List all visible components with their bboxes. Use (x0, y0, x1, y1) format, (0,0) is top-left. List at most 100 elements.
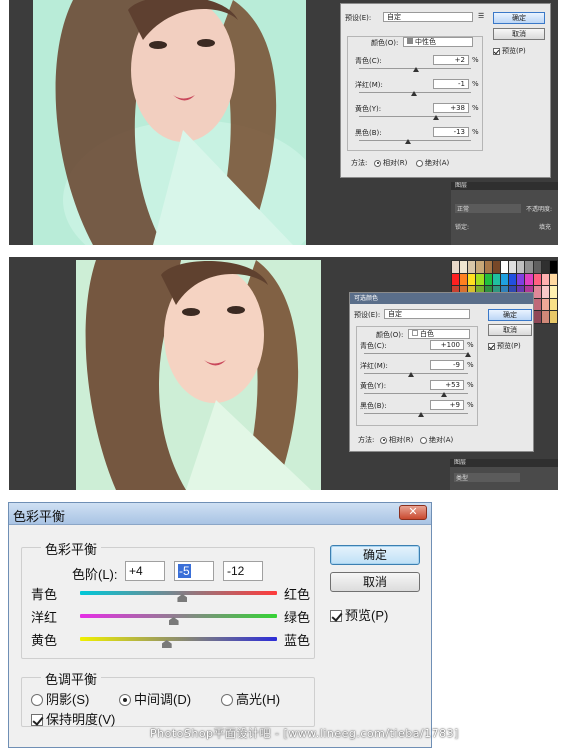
shadows-radio[interactable]: 阴影(S) (31, 689, 89, 708)
color-swatch[interactable] (517, 273, 525, 286)
ok-button[interactable]: 确定 (488, 309, 532, 321)
adjust-row-label: 青色(C): (355, 57, 382, 65)
color-swatch[interactable] (500, 261, 509, 273)
color-swatch[interactable] (533, 298, 541, 311)
blend-mode-select[interactable]: 正常 (455, 204, 521, 213)
preset-select[interactable]: 自定 (384, 309, 470, 319)
color-swatch[interactable] (525, 261, 533, 273)
absolute-radio[interactable]: 绝对(A) (420, 435, 453, 445)
color-slider-track[interactable] (80, 614, 277, 618)
adjust-row-thumb[interactable] (440, 392, 447, 397)
adjust-row-track[interactable] (359, 116, 471, 117)
adjust-row-thumb[interactable] (465, 352, 471, 357)
color-swatch[interactable] (460, 273, 468, 286)
color-swatch[interactable] (549, 311, 557, 323)
color-swatch[interactable] (525, 273, 533, 286)
adjust-row-thumb[interactable] (404, 139, 411, 144)
adjust-row-value[interactable]: -1 (433, 79, 469, 89)
color-swatch[interactable] (460, 261, 468, 273)
adjust-row-track[interactable] (364, 373, 468, 374)
color-swatch[interactable] (452, 261, 460, 273)
adjust-row-value[interactable]: +53 (430, 380, 464, 390)
preset-select[interactable]: 自定 (383, 12, 473, 22)
selected-text: -5 (178, 564, 191, 578)
photoshop-window-2: 可选颜色 预设(E): 自定 确定 取消 预览(P) 颜色(O): 白色 青色(… (9, 257, 558, 490)
adjust-row-value[interactable]: +100 (430, 340, 464, 350)
color-slider-track[interactable] (80, 591, 277, 595)
color-swatch[interactable] (492, 273, 500, 286)
color-swatch[interactable] (549, 261, 557, 273)
color-swatch[interactable] (533, 286, 541, 298)
adjust-row-track[interactable] (364, 353, 468, 354)
color-swatch[interactable] (476, 273, 484, 286)
close-button[interactable]: ✕ (399, 505, 427, 520)
color-swatch[interactable] (541, 261, 549, 273)
ok-button[interactable]: 确定 (330, 545, 420, 565)
color-swatch[interactable] (533, 273, 541, 286)
color-swatch[interactable] (468, 261, 476, 273)
preview-checkbox[interactable]: 预览(P) (493, 46, 526, 56)
preset-options-icon[interactable]: ☰ (478, 12, 484, 20)
color-swatch[interactable] (541, 298, 549, 311)
midtones-label: 中间调(D) (134, 692, 192, 707)
highlights-label: 高光(H) (236, 692, 281, 707)
radio-icon (221, 694, 233, 706)
adjust-row-track[interactable] (364, 393, 468, 394)
color-swatch[interactable] (541, 273, 549, 286)
adjust-row-value[interactable]: -9 (430, 360, 464, 370)
highlights-radio[interactable]: 高光(H) (221, 689, 280, 708)
adjust-row-unit: % (467, 361, 474, 369)
color-swatch[interactable] (549, 273, 557, 286)
adjust-row-thumb[interactable] (433, 115, 440, 120)
color-swatch[interactable] (500, 273, 509, 286)
filter-kind-select[interactable]: 类型 (454, 473, 520, 482)
color-swatch[interactable] (509, 273, 517, 286)
color-swatch[interactable] (492, 261, 500, 273)
color-swatch[interactable] (468, 273, 476, 286)
relative-radio[interactable]: 相对(R) (374, 158, 407, 168)
color-swatch[interactable] (509, 261, 517, 273)
adjust-row-thumb[interactable] (408, 372, 415, 377)
adjust-row-value[interactable]: +38 (433, 103, 469, 113)
cancel-button[interactable]: 取消 (488, 324, 532, 336)
color-swatch[interactable] (533, 261, 541, 273)
relative-radio[interactable]: 相对(R) (380, 435, 413, 445)
adjust-row-value[interactable]: -13 (433, 127, 469, 137)
cancel-button[interactable]: 取消 (330, 572, 420, 592)
adjust-row-track[interactable] (359, 140, 471, 141)
selective-color-dialog-2: 可选颜色 预设(E): 自定 确定 取消 预览(P) 颜色(O): 白色 青色(… (349, 292, 534, 452)
adjust-row-thumb[interactable] (411, 91, 418, 96)
level-magenta-green-input[interactable]: -5 (174, 561, 214, 581)
color-swatch[interactable] (517, 261, 525, 273)
absolute-radio[interactable]: 绝对(A) (416, 158, 449, 168)
color-swatch[interactable] (452, 273, 460, 286)
midtones-radio[interactable]: 中间调(D) (119, 689, 191, 708)
checkbox-icon (330, 610, 342, 622)
color-select[interactable]: 中性色 (403, 37, 473, 47)
color-swatch[interactable] (484, 273, 492, 286)
layers-tab[interactable]: 图层 (450, 459, 558, 467)
adjust-row-thumb[interactable] (417, 412, 424, 417)
level-yellow-blue-input[interactable]: -12 (223, 561, 263, 581)
level-cyan-red-input[interactable]: +4 (125, 561, 165, 581)
adjust-row-label: 黄色(Y): (355, 105, 382, 113)
preview-checkbox[interactable]: 预览(P) (330, 605, 388, 624)
adjust-row-value[interactable]: +2 (433, 55, 469, 65)
adjust-row-thumb[interactable] (413, 67, 420, 72)
color-swatch[interactable] (541, 311, 549, 323)
adjust-row-value[interactable]: +9 (430, 400, 464, 410)
color-slider-track[interactable] (80, 637, 277, 641)
color-swatch[interactable] (549, 298, 557, 311)
preserve-luminosity-checkbox[interactable]: 保持明度(V) (31, 709, 115, 728)
color-swatch[interactable] (476, 261, 484, 273)
cancel-button[interactable]: 取消 (493, 28, 545, 40)
color-swatch[interactable] (533, 311, 541, 323)
adjust-row-track[interactable] (364, 413, 468, 414)
ok-button[interactable]: 确定 (493, 12, 545, 24)
color-swatch[interactable] (541, 286, 549, 298)
layers-tab[interactable]: 图层 (451, 182, 558, 190)
color-swatch[interactable] (549, 286, 557, 298)
color-select[interactable]: 白色 (408, 329, 470, 339)
color-swatch[interactable] (484, 261, 492, 273)
preview-checkbox[interactable]: 预览(P) (488, 341, 521, 351)
